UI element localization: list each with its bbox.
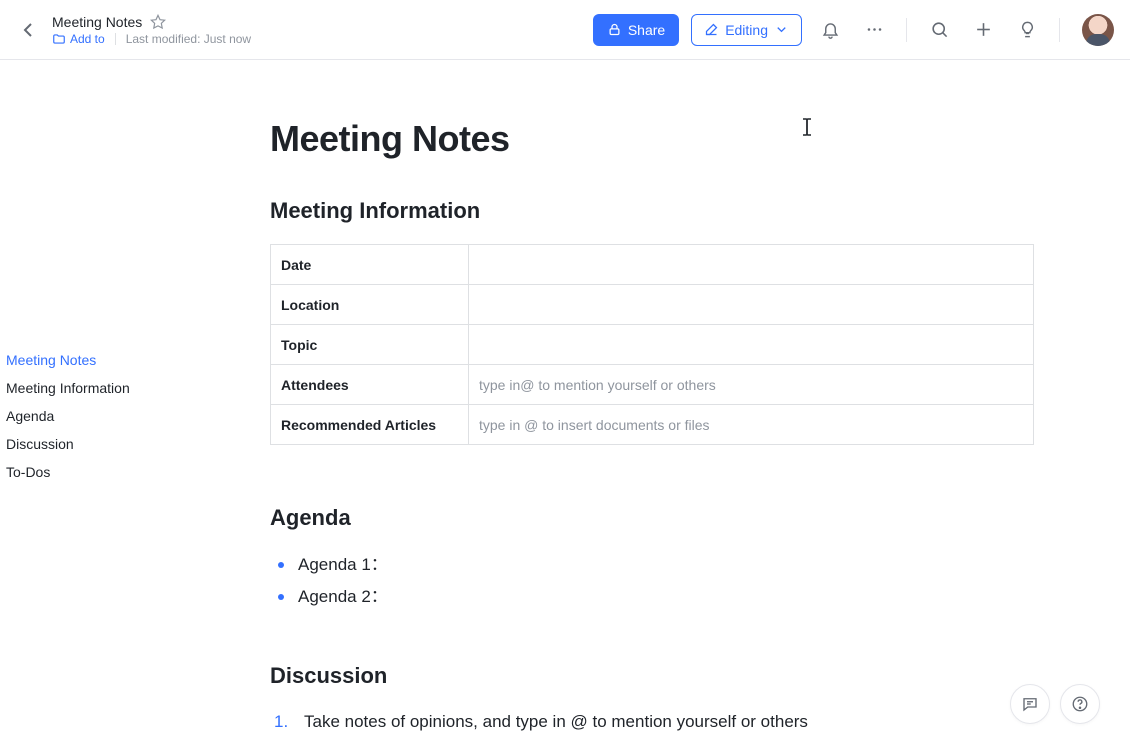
- more-horizontal-icon: [865, 20, 884, 39]
- document-editor[interactable]: Meeting Notes Meeting Information Date L…: [200, 60, 1130, 754]
- meeting-info-table[interactable]: Date Location Topic Attendees type in@ t…: [270, 244, 1034, 445]
- info-label-articles[interactable]: Recommended Articles: [271, 405, 469, 445]
- outline-item-agenda[interactable]: Agenda: [6, 406, 200, 426]
- bell-icon: [821, 20, 840, 39]
- info-label-attendees[interactable]: Attendees: [271, 365, 469, 405]
- heading-discussion[interactable]: Discussion: [270, 663, 1034, 689]
- discussion-list[interactable]: Take notes of opinions, and type in @ to…: [270, 707, 1034, 737]
- info-value-attendees[interactable]: type in@ to mention yourself or others: [469, 365, 1034, 405]
- table-row: Location: [271, 285, 1034, 325]
- folder-icon: [52, 32, 66, 46]
- lock-icon: [607, 22, 622, 37]
- editing-label: Editing: [725, 22, 768, 38]
- header-divider: [1059, 18, 1060, 42]
- heading-agenda[interactable]: Agenda: [270, 505, 1034, 531]
- comment-icon: [1021, 695, 1039, 713]
- table-row: Date: [271, 245, 1034, 285]
- agenda-item-text[interactable]: Agenda 1：: [298, 549, 388, 581]
- plus-icon: [974, 20, 993, 39]
- floating-actions: [1010, 684, 1100, 724]
- info-label-topic[interactable]: Topic: [271, 325, 469, 365]
- table-row: Topic: [271, 325, 1034, 365]
- page-title[interactable]: Meeting Notes: [270, 118, 1034, 160]
- app-header: Meeting Notes Add to Last modified: Just…: [0, 0, 1130, 60]
- outline-item-meeting-notes[interactable]: Meeting Notes: [6, 350, 200, 370]
- info-value-topic[interactable]: [469, 325, 1034, 365]
- pencil-icon: [704, 22, 719, 37]
- header-divider: [906, 18, 907, 42]
- comments-button[interactable]: [1010, 684, 1050, 724]
- star-icon[interactable]: [150, 14, 166, 30]
- ideas-button[interactable]: [1011, 14, 1043, 46]
- table-row: Recommended Articles type in @ to insert…: [271, 405, 1034, 445]
- share-button[interactable]: Share: [593, 14, 679, 46]
- add-to-label: Add to: [70, 32, 105, 46]
- title-block: Meeting Notes Add to Last modified: Just…: [52, 14, 251, 46]
- search-icon: [930, 20, 949, 39]
- new-button[interactable]: [967, 14, 999, 46]
- outline-item-meeting-information[interactable]: Meeting Information: [6, 378, 200, 398]
- text-cursor-icon: [800, 118, 814, 136]
- help-icon: [1071, 695, 1089, 713]
- search-button[interactable]: [923, 14, 955, 46]
- heading-meeting-information[interactable]: Meeting Information: [270, 198, 1034, 224]
- back-button[interactable]: [16, 18, 40, 42]
- help-button[interactable]: [1060, 684, 1100, 724]
- discussion-item-text[interactable]: Take notes of opinions, and type in @ to…: [304, 707, 808, 737]
- editing-mode-button[interactable]: Editing: [691, 14, 802, 46]
- notifications-button[interactable]: [814, 14, 846, 46]
- info-label-location[interactable]: Location: [271, 285, 469, 325]
- chevron-down-icon: [774, 22, 789, 37]
- info-value-location[interactable]: [469, 285, 1034, 325]
- list-item: Take notes of opinions, and type in @ to…: [270, 707, 1034, 737]
- list-item: Agenda 2：: [270, 581, 1034, 613]
- last-modified: Last modified: Just now: [126, 32, 251, 46]
- divider: [115, 33, 116, 45]
- lightbulb-icon: [1018, 20, 1037, 39]
- info-value-articles[interactable]: type in @ to insert documents or files: [469, 405, 1034, 445]
- agenda-list[interactable]: Agenda 1： Agenda 2：: [270, 549, 1034, 613]
- info-label-date[interactable]: Date: [271, 245, 469, 285]
- share-label: Share: [628, 22, 665, 38]
- more-button[interactable]: [858, 14, 890, 46]
- list-item: Agenda 1：: [270, 549, 1034, 581]
- outline-panel: Meeting Notes Meeting Information Agenda…: [0, 60, 200, 754]
- add-to-button[interactable]: Add to: [52, 32, 105, 46]
- outline-item-discussion[interactable]: Discussion: [6, 434, 200, 454]
- agenda-item-text[interactable]: Agenda 2：: [298, 581, 388, 613]
- doc-title[interactable]: Meeting Notes: [52, 14, 142, 30]
- info-value-date[interactable]: [469, 245, 1034, 285]
- table-row: Attendees type in@ to mention yourself o…: [271, 365, 1034, 405]
- outline-item-todos[interactable]: To-Dos: [6, 462, 200, 482]
- user-avatar[interactable]: [1082, 14, 1114, 46]
